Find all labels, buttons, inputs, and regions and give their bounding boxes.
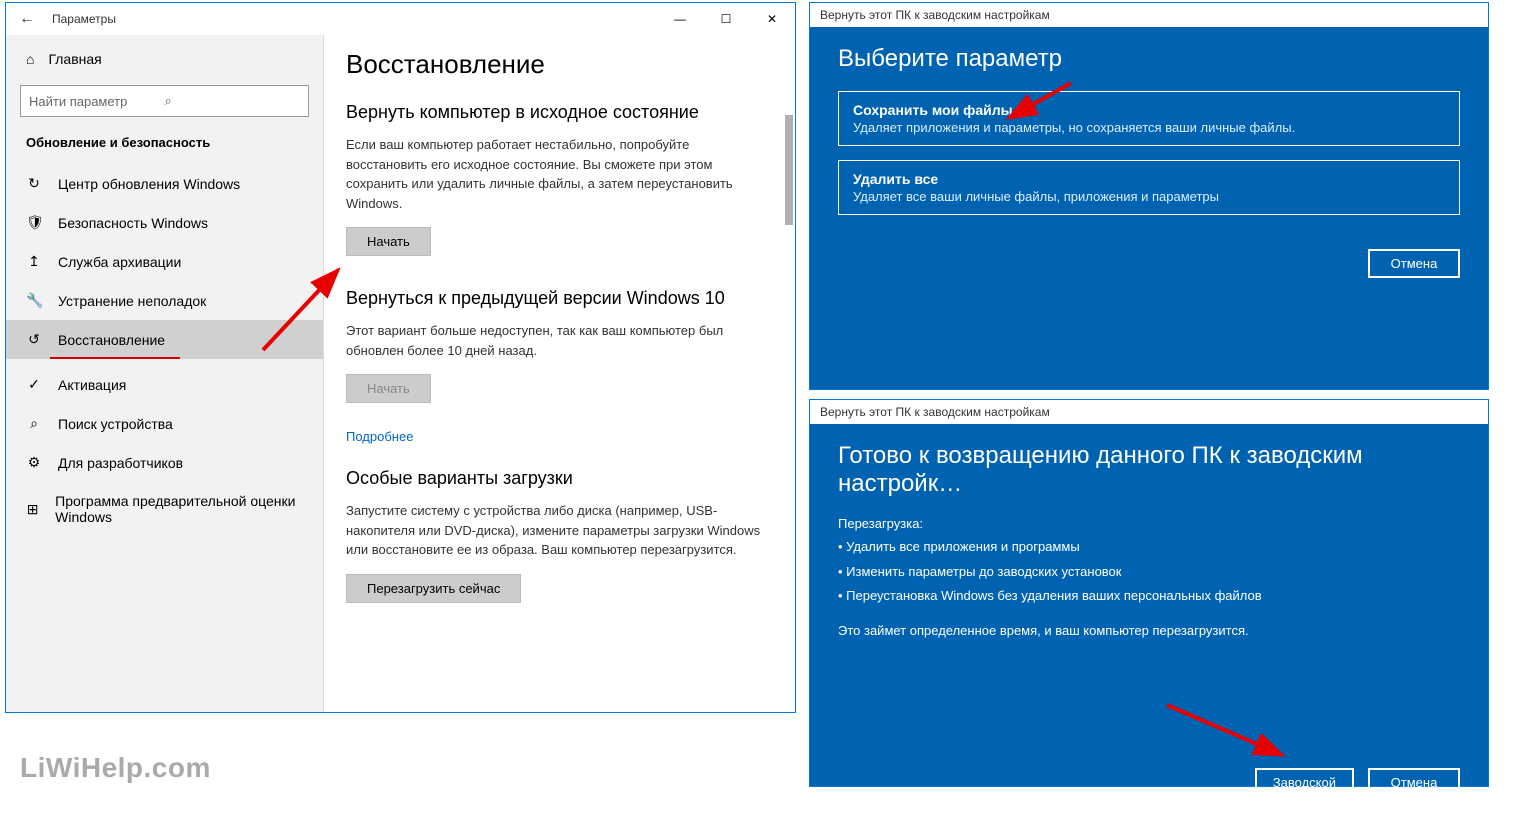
search-icon: ⌕ bbox=[165, 93, 301, 109]
wrench-icon: 🔧 bbox=[26, 292, 42, 309]
history-icon: ↺ bbox=[26, 331, 42, 348]
bullet-item: Переустановка Windows без удаления ваших… bbox=[838, 584, 1460, 609]
sidebar-item-label: Служба архивации bbox=[58, 254, 181, 270]
cancel-button[interactable]: Отмена bbox=[1368, 249, 1460, 278]
close-button[interactable]: ✕ bbox=[749, 3, 795, 35]
reset-heading: Вернуть компьютер в исходное состояние bbox=[346, 102, 773, 123]
home-icon: ⌂ bbox=[26, 51, 34, 67]
advanced-restart-button[interactable]: Перезагрузить сейчас bbox=[346, 574, 521, 603]
dialog-titlebar: Вернуть этот ПК к заводским настройкам bbox=[810, 400, 1488, 424]
shield-icon: 🛡 bbox=[26, 214, 42, 231]
option-title: Сохранить мои файлы bbox=[853, 102, 1445, 118]
content-panel: Восстановление Вернуть компьютер в исход… bbox=[324, 35, 795, 712]
option-desc: Удаляет все ваши личные файлы, приложени… bbox=[853, 189, 1445, 204]
sidebar-item-updates[interactable]: ↻ Центр обновления Windows bbox=[6, 164, 323, 203]
dialog-heading: Выберите параметр bbox=[838, 45, 1460, 73]
dialog-heading: Готово к возвращению данного ПК к заводс… bbox=[838, 442, 1460, 498]
annotation-underline bbox=[50, 357, 180, 359]
check-icon: ✓ bbox=[26, 376, 42, 393]
sidebar-item-recovery[interactable]: ↺ Восстановление bbox=[6, 320, 323, 359]
scrollbar-thumb[interactable] bbox=[785, 115, 793, 225]
bullet-item: Удалить все приложения и программы bbox=[838, 535, 1460, 560]
advanced-heading: Особые варианты загрузки bbox=[346, 468, 773, 489]
sidebar-item-label: Устранение неполадок bbox=[58, 293, 206, 309]
sync-icon: ↻ bbox=[26, 175, 42, 192]
section-header: Обновление и безопасность bbox=[6, 135, 323, 164]
watermark: LiWiHelp.com bbox=[20, 752, 211, 784]
titlebar: ← Параметры — ☐ ✕ bbox=[6, 3, 795, 35]
rollback-start-button: Начать bbox=[346, 374, 431, 403]
option-remove-all[interactable]: Удалить все Удаляет все ваши личные файл… bbox=[838, 160, 1460, 215]
sidebar-item-troubleshoot[interactable]: 🔧 Устранение неполадок bbox=[6, 281, 323, 320]
locate-icon: ⌕ bbox=[26, 415, 42, 432]
dialog-titlebar: Вернуть этот ПК к заводским настройкам bbox=[810, 3, 1488, 27]
upload-icon: ↥ bbox=[26, 253, 42, 270]
cancel-button[interactable]: Отмена bbox=[1368, 768, 1460, 797]
sidebar: ⌂ Главная Найти параметр ⌕ Обновление и … bbox=[6, 35, 324, 712]
search-input[interactable]: Найти параметр ⌕ bbox=[20, 85, 309, 117]
dialog-note: Это займет определенное время, и ваш ком… bbox=[838, 623, 1460, 638]
back-button[interactable]: ← bbox=[6, 10, 48, 28]
sidebar-item-label: Для разработчиков bbox=[58, 455, 183, 471]
sliders-icon: ⚙ bbox=[26, 454, 42, 471]
sidebar-item-label: Центр обновления Windows bbox=[58, 176, 240, 192]
sidebar-item-activation[interactable]: ✓ Активация bbox=[6, 365, 323, 404]
sidebar-item-find-device[interactable]: ⌕ Поиск устройства bbox=[6, 404, 323, 443]
page-title: Восстановление bbox=[346, 49, 773, 80]
sidebar-item-label: Безопасность Windows bbox=[58, 215, 208, 231]
rollback-body: Этот вариант больше недоступен, так как … bbox=[346, 321, 773, 360]
sidebar-item-label: Поиск устройства bbox=[58, 416, 173, 432]
sidebar-item-label: Восстановление bbox=[58, 332, 165, 348]
reset-start-button[interactable]: Начать bbox=[346, 227, 431, 256]
reset-body: Если ваш компьютер работает нестабильно,… bbox=[346, 135, 773, 213]
sidebar-item-label: Программа предварительной оценки Windows bbox=[55, 493, 303, 525]
option-keep-files[interactable]: Сохранить мои файлы Удаляет приложения и… bbox=[838, 91, 1460, 146]
maximize-button[interactable]: ☐ bbox=[703, 3, 749, 35]
sidebar-item-label: Активация bbox=[58, 377, 126, 393]
advanced-body: Запустите систему с устройства либо диск… bbox=[346, 501, 773, 560]
factory-button[interactable]: Заводской bbox=[1255, 768, 1354, 797]
sidebar-item-developers[interactable]: ⚙ Для разработчиков bbox=[6, 443, 323, 482]
home-label: Главная bbox=[48, 51, 101, 67]
dialog-subhead: Перезагрузка: bbox=[838, 516, 1460, 531]
home-link[interactable]: ⌂ Главная bbox=[6, 45, 323, 85]
minimize-button[interactable]: — bbox=[657, 3, 703, 35]
option-title: Удалить все bbox=[853, 171, 1445, 187]
reset-dialog-ready: Вернуть этот ПК к заводским настройкам Г… bbox=[809, 399, 1489, 787]
search-placeholder: Найти параметр bbox=[29, 94, 165, 109]
reset-dialog-choose: Вернуть этот ПК к заводским настройкам В… bbox=[809, 2, 1489, 390]
sidebar-item-insider[interactable]: ⊞ Программа предварительной оценки Window… bbox=[6, 482, 323, 536]
sidebar-item-backup[interactable]: ↥ Служба архивации bbox=[6, 242, 323, 281]
windows-icon: ⊞ bbox=[26, 501, 39, 518]
bullet-item: Изменить параметры до заводских установо… bbox=[838, 560, 1460, 585]
sidebar-item-security[interactable]: 🛡 Безопасность Windows bbox=[6, 203, 323, 242]
rollback-more-link[interactable]: Подробнее bbox=[346, 429, 773, 444]
option-desc: Удаляет приложения и параметры, но сохра… bbox=[853, 120, 1445, 135]
window-title: Параметры bbox=[48, 12, 657, 26]
rollback-heading: Вернуться к предыдущей версии Windows 10 bbox=[346, 288, 773, 309]
settings-window: ← Параметры — ☐ ✕ ⌂ Главная Найти параме… bbox=[5, 2, 796, 713]
